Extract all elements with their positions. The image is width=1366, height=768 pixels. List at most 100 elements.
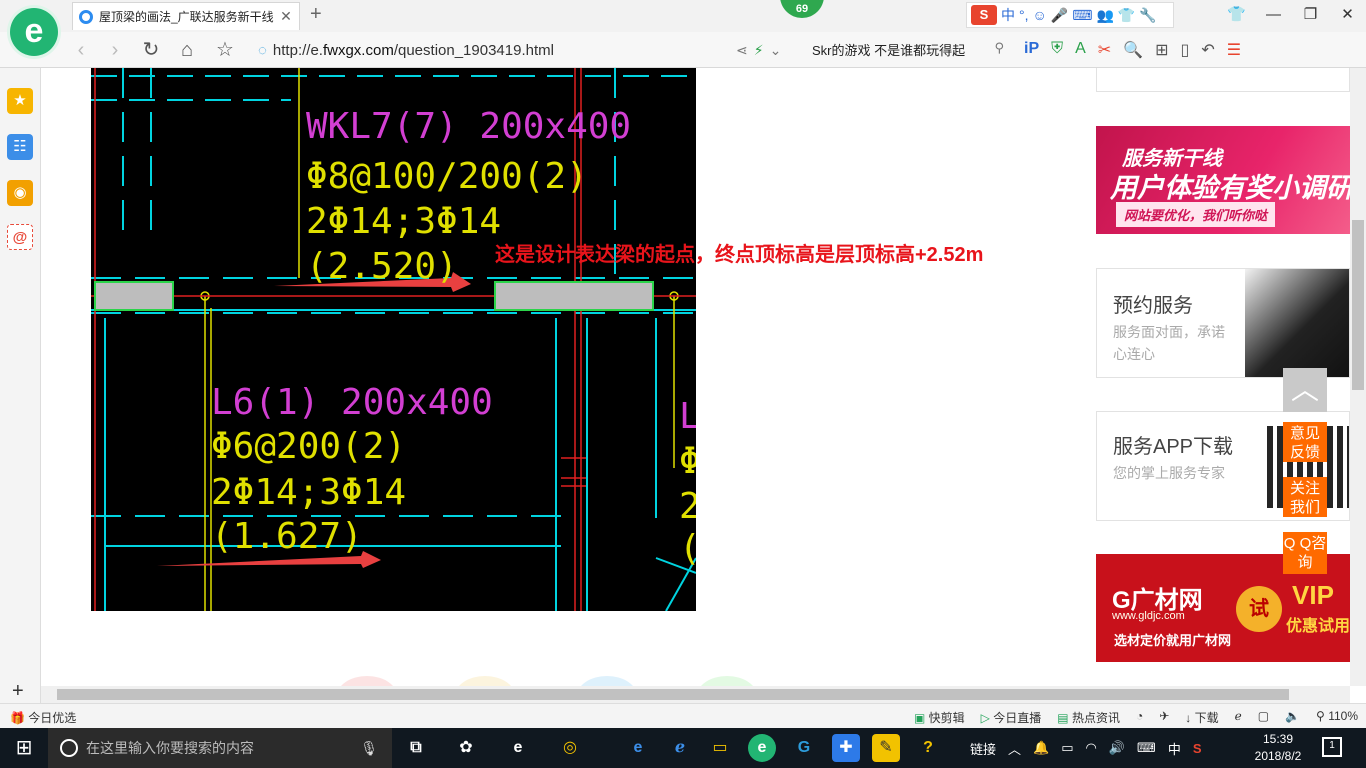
browser-tab[interactable]: 屋顶梁的画法_广联达服务新干线 ✕ [72,2,300,30]
refresh-icon[interactable]: ↻ [138,37,164,63]
microphone-icon[interactable]: 🎙 [360,740,378,757]
chevron-up-icon[interactable]: ︿ [1008,739,1021,758]
favorites-star-icon[interactable]: ★ [7,88,33,114]
shirt-skin-icon[interactable]: 👕 [1218,0,1255,32]
today-picks[interactable]: 🎁 今日优选 [10,709,76,726]
close-button[interactable]: ✕ [1329,0,1366,32]
vertical-scrollbar[interactable] [1350,68,1366,686]
favorite-star-icon[interactable]: ☆ [212,37,238,63]
taskbar-search[interactable]: 在这里输入你要搜索的内容 🎙 [48,728,392,768]
beam1-stirrup: Φ8@100/200(2) [306,156,588,197]
back-icon[interactable]: ‹ [68,37,94,63]
search-box[interactable]: Skr的游戏 不是谁都玩得起 ⚲ [812,40,1008,62]
ghost-circle-green [697,676,757,686]
browser-logo-icon[interactable]: e [10,8,58,56]
ime-voice-icon[interactable]: 🎤 [1051,7,1068,24]
horizontal-scroll-thumb[interactable] [57,689,1289,700]
search-text: Skr的游戏 不是谁都玩得起 [812,43,966,58]
ime-lang[interactable]: 中 [1001,5,1015,25]
windows-start-icon[interactable]: ⊞ [0,728,48,768]
tablet-icon[interactable]: ▯ [1181,40,1190,60]
beam2-stirrup: Φ6@200(2) [211,426,406,467]
live-item[interactable]: ▷ 今日直播 [981,709,1042,726]
home-icon[interactable]: ⌂ [174,37,200,63]
clock[interactable]: 15:39 2018/8/2 [1248,731,1308,765]
ime-settings-icon[interactable]: 🔧 [1139,7,1156,24]
weibo-icon[interactable]: ◉ [7,180,33,206]
restore-button[interactable]: ❐ [1292,0,1329,32]
translate-icon[interactable]: A [1075,40,1086,60]
glodon-icon[interactable]: G [790,734,818,762]
new-tab-button[interactable]: + [310,3,322,26]
action-center-icon[interactable]: 1 [1322,737,1342,757]
feedback-button[interactable]: 意见反馈 [1283,422,1327,462]
minimize-button[interactable]: — [1255,0,1292,32]
ie-mode-icon[interactable]: ℯ [1235,709,1242,726]
apps-grid-icon[interactable]: ⊞ [1155,40,1168,60]
chrome-like-icon[interactable]: ◎ [556,734,584,762]
ie-icon[interactable]: ℯ [666,734,694,762]
horizontal-scrollbar[interactable] [41,686,1350,703]
banner1-line2: 用户体验有奖小调研 [1110,173,1350,203]
reader-list-icon[interactable]: ☷ [7,134,33,160]
mail-at-icon[interactable]: @ [7,224,33,250]
qq-consult-button[interactable]: Q Q咨询 [1283,532,1327,574]
download-item[interactable]: ↓ 下载 [1185,709,1218,726]
banner2-slogan: 选材定价就用广材网 [1114,633,1232,648]
magnifier-icon[interactable]: 🔍 [1123,40,1143,60]
ime-skin-icon[interactable]: 👕 [1118,7,1135,24]
file-explorer-icon[interactable]: ▭ [706,734,734,762]
speed-meter-icon[interactable]: ◔ [1136,709,1143,726]
undo-icon[interactable]: ↶ [1201,40,1214,60]
ime-toolbar[interactable]: S 中 °, ☺ 🎤 ⌨ 👥 👕 🔧 [966,2,1174,28]
tab-close-icon[interactable]: ✕ [279,8,293,25]
back-to-top-button[interactable]: ︿ [1283,368,1327,412]
speed-icon[interactable]: ⚡ [754,42,770,58]
battery-icon[interactable]: ▭ [1061,740,1073,756]
pin-icon[interactable]: ✈ [1159,709,1169,726]
edge-legacy-icon[interactable]: e [504,734,532,762]
survey-banner[interactable]: 服务新干线 用户体验有奖小调研 网站要优化，我们听你哒 [1096,126,1350,234]
add-sidebar-icon[interactable]: + [12,680,24,703]
chevron-down-icon[interactable]: ⌄ [770,42,788,58]
sogou-tray-icon[interactable]: S [1193,741,1202,756]
ime-keyboard-icon[interactable]: ⌨ [1072,7,1092,24]
edge-icon[interactable]: e [624,734,652,762]
menu-icon[interactable]: ☰ [1227,40,1241,60]
bell-icon[interactable]: 🔔 [1033,740,1049,756]
window-mode-icon[interactable]: ▢ [1258,709,1269,726]
ime-indicator[interactable]: 中 [1168,739,1181,758]
notes-icon[interactable]: ✎ [872,734,900,762]
sogou-logo-icon[interactable]: S [971,5,997,25]
ip-extension-icon[interactable]: iP [1024,40,1039,60]
partial-card[interactable] [1096,68,1350,92]
keyboard-icon[interactable]: ⌨ [1137,740,1156,756]
pinwheel-app-icon[interactable]: ✿ [452,734,480,762]
follow-us-button[interactable]: 关注我们 [1283,477,1327,517]
volume-icon[interactable]: 🔈 [1285,709,1300,726]
forward-icon[interactable]: › [102,37,128,63]
vertical-scroll-thumb[interactable] [1352,220,1364,390]
ime-punct[interactable]: °, [1019,7,1029,23]
notification-badge[interactable]: 69 [780,0,824,18]
share-icon[interactable]: ⋖ [736,42,754,58]
address-tools[interactable]: ⋖⚡⌄ [736,42,787,59]
wifi-icon[interactable]: ◠ [1086,740,1097,756]
news-item[interactable]: ▤ 热点资讯 [1057,709,1120,726]
remote-icon[interactable]: ✚ [832,734,860,762]
help-icon[interactable]: ? [914,734,942,762]
site-security-icon[interactable]: ◌ [258,42,267,59]
shield-icon[interactable]: ⛨ [1051,40,1063,60]
browser-taskbar-icon[interactable]: e [748,734,776,762]
search-icon[interactable]: ⚲ [994,40,1004,56]
appointment-card[interactable]: 预约服务 服务面对面，承诺心连心 [1096,268,1350,378]
ime-user-icon[interactable]: 👥 [1096,7,1113,24]
link-label[interactable]: 链接 [970,739,996,758]
zoom-level[interactable]: ⚲ 110% [1316,709,1358,726]
speaker-icon[interactable]: 🔊 [1109,740,1125,756]
quick-edit-item[interactable]: ▣ 快剪辑 [914,709,965,726]
scissors-icon[interactable]: ✂ [1098,40,1111,60]
address-bar[interactable]: ◌ http://e.fwxgx.com/question_1903419.ht… [258,37,810,63]
task-view-icon[interactable]: ⧉ [402,734,430,762]
ime-emoji-icon[interactable]: ☺ [1033,7,1047,23]
